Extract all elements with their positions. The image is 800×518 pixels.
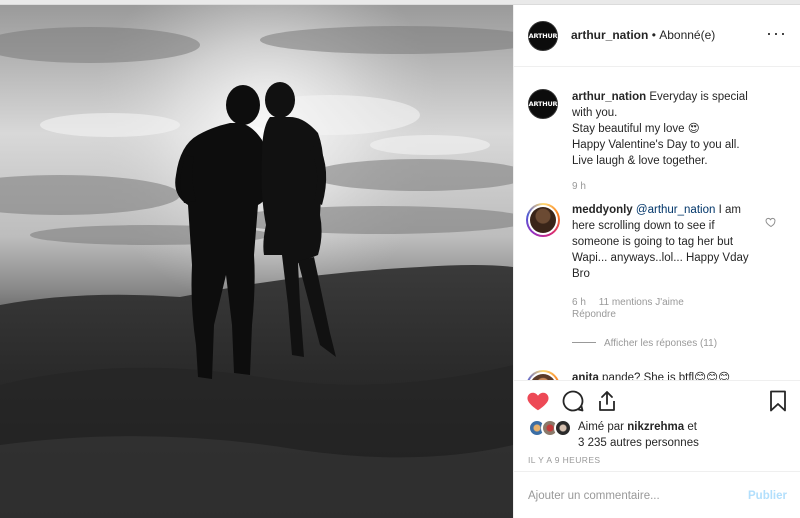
comment-body: meddyonly @arthur_nation I am here scrol… <box>572 202 754 282</box>
comment-icon[interactable] <box>561 389 585 413</box>
heart-filled-icon[interactable] <box>526 389 550 413</box>
post-sidebar: ARTHUR arthur_nation • Abonné(e) ··· ART… <box>513 5 800 518</box>
reply-link[interactable]: Répondre <box>572 309 616 320</box>
likes-prefix: Aimé par <box>578 421 625 433</box>
like-comment-heart-icon[interactable] <box>765 216 777 228</box>
share-icon[interactable] <box>595 389 619 413</box>
comment-username[interactable]: meddyonly <box>572 204 633 216</box>
author-username[interactable]: arthur_nation <box>571 28 648 42</box>
caption-time[interactable]: 9 h <box>572 181 586 192</box>
comment-item: anita pande? She is btfl😊😊😊 <box>514 370 800 380</box>
commenter-avatar[interactable] <box>526 370 560 380</box>
caption-comment: ARTHUR arthur_nation Everyday is special… <box>514 89 800 199</box>
add-comment-input[interactable] <box>528 490 728 502</box>
likes-conj: et <box>687 421 697 433</box>
bookmark-icon[interactable] <box>766 389 790 413</box>
post-dialog: ARTHUR arthur_nation • Abonné(e) ··· ART… <box>0 4 800 518</box>
likers-avatars[interactable] <box>528 419 574 437</box>
likes-others-count[interactable]: 3 235 autres personnes <box>578 437 699 449</box>
post-timestamp[interactable]: IL Y A 9 HEURES <box>528 455 600 465</box>
caption-avatar[interactable]: ARTHUR <box>528 89 558 119</box>
post-header: ARTHUR arthur_nation • Abonné(e) ··· <box>514 5 800 67</box>
liker-avatar <box>554 419 572 437</box>
comment-username[interactable]: anita <box>572 372 599 380</box>
post-photo[interactable] <box>0 5 513 518</box>
add-comment-bar: Publier <box>514 471 800 518</box>
show-replies-link[interactable]: Afficher les réponses (11) <box>604 338 717 349</box>
comment-meta: 6 h 11 mentions J'aime <box>572 296 694 310</box>
comment-item: meddyonly @arthur_nation I am here scrol… <box>514 202 800 352</box>
comment-text: pande? She is btfl😊😊😊 <box>602 372 731 380</box>
header-separator: • <box>651 28 656 42</box>
likes-text: Aimé par nikzrehma et 3 235 autres perso… <box>578 419 778 451</box>
caption-body: arthur_nation Everyday is special with y… <box>572 89 762 169</box>
comment-time[interactable]: 6 h <box>572 297 586 308</box>
liker-username[interactable]: nikzrehma <box>627 421 684 433</box>
comment-body: anita pande? She is btfl😊😊😊 <box>572 370 754 380</box>
caption-username[interactable]: arthur_nation <box>572 91 646 103</box>
author-avatar[interactable]: ARTHUR <box>528 21 558 51</box>
post-actions: Aimé par nikzrehma et 3 235 autres perso… <box>514 380 800 470</box>
more-options-icon[interactable]: ··· <box>766 24 787 42</box>
commenter-avatar[interactable] <box>526 203 560 237</box>
header-username-row: arthur_nation • Abonné(e) <box>571 28 715 42</box>
follow-status[interactable]: Abonné(e) <box>659 28 715 42</box>
comments-list[interactable]: ARTHUR arthur_nation Everyday is special… <box>514 68 800 380</box>
silhouette-couple-photo <box>0 5 513 518</box>
post-comment-button[interactable]: Publier <box>748 490 787 502</box>
comment-likes[interactable]: 11 mentions J'aime <box>599 297 684 308</box>
caption-meta: 9 h <box>572 180 596 194</box>
comment-mention[interactable]: @arthur_nation <box>636 204 715 216</box>
